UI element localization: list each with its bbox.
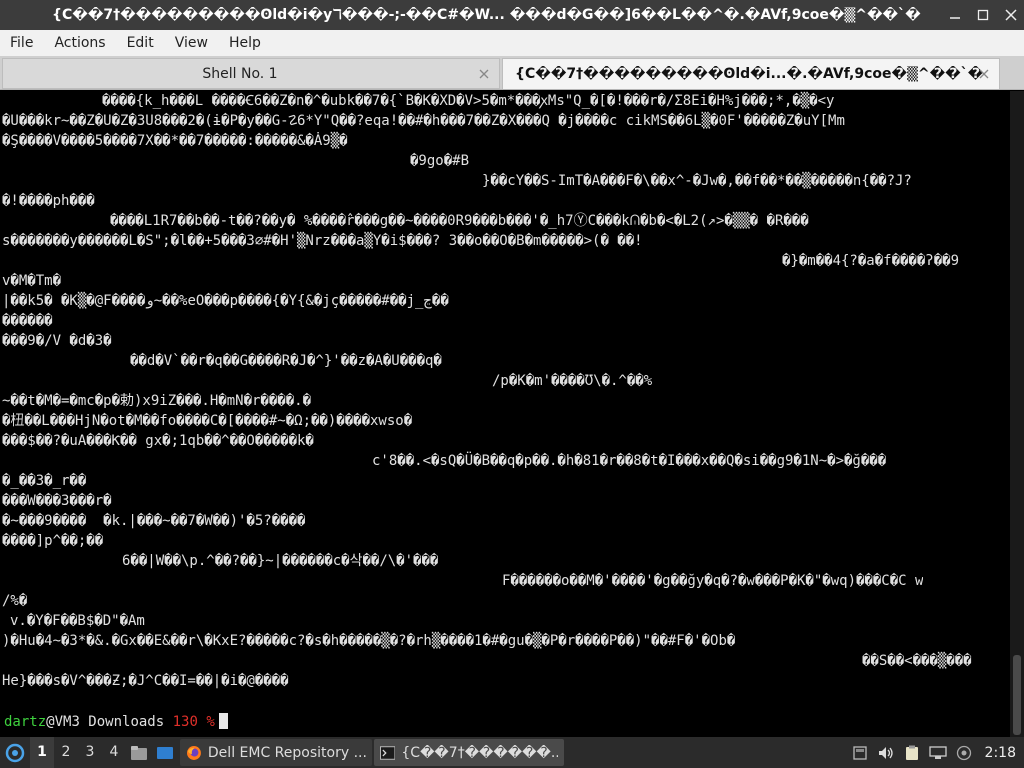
menu-view[interactable]: View xyxy=(169,30,214,56)
terminal-line: ���W���3���r� xyxy=(2,493,112,509)
desktop-screen: {C��7†���������ʘld�i�yℸ���-;-��C#�W... �… xyxy=(0,0,1024,768)
minimize-button[interactable] xyxy=(948,8,962,22)
menu-actions[interactable]: Actions xyxy=(48,30,111,56)
folder-icon xyxy=(131,745,147,760)
file-manager-launcher[interactable] xyxy=(126,737,152,768)
tab-label: {C��7†���������ʘld�i...�.�AVf,9coe�▒^��`… xyxy=(515,66,984,82)
tray-screenshot-button[interactable] xyxy=(849,737,871,768)
terminal-line: ��S��<���▒��� xyxy=(862,653,972,669)
tab-label: Shell No. 1 xyxy=(202,65,278,82)
terminal-line: /p�K�m'����Ʊ\�.^��% xyxy=(492,373,653,389)
start-menu-button[interactable] xyxy=(0,737,30,768)
terminal-scrollbar[interactable] xyxy=(1010,91,1024,737)
app-menu-icon xyxy=(5,743,25,762)
terminal-line: �Ş����V����5����7X��*��7�����:�����&�Ȧ9▒… xyxy=(2,133,348,149)
minimize-icon xyxy=(950,17,960,19)
terminal-line: v�M�Tm� xyxy=(2,273,62,289)
tab-close-button[interactable] xyxy=(977,67,991,81)
workspace-2[interactable]: 2 xyxy=(54,737,78,768)
terminal-line: �U���kr~��Z�U�Z�3U8���2�(ɨ�P�y��G-☡6*Y"Q… xyxy=(2,113,845,129)
terminal-line: ��d�V`��r�q��G����R�J�^}'��z�A�U���q� xyxy=(130,353,442,369)
close-window-button[interactable] xyxy=(1004,8,1018,22)
prompt-host: @VM3 xyxy=(46,714,80,730)
network-icon xyxy=(928,745,947,759)
terminal-line: �~���9���� �k.|���~��7�W��)'�5?���� xyxy=(2,513,306,529)
terminal-line: c'8��.<�sQ�Ü�B��q�p��.�h�81�r��8�t�I���x… xyxy=(372,453,887,469)
prompt-user: dartz xyxy=(4,714,47,730)
terminal-line: )�Hu�4~�3*�&.�Gx��E&��r\�KxE?�����c?�s�h… xyxy=(2,633,736,649)
terminal-line: 6��|W��\p.^��?��}~|������c�삭��/\�'��� xyxy=(122,553,439,569)
terminal-line: �杻��L���HjN�ot�M��fo����C�[����#~�Ω;��)�… xyxy=(2,413,413,429)
prompt-path: Downloads xyxy=(79,714,173,730)
workspace-3[interactable]: 3 xyxy=(78,737,102,768)
menu-file[interactable]: File xyxy=(4,30,39,56)
terminal-line: |��k5� �K▒�@F����و~��%eO���p����{�Y{&�jç… xyxy=(2,293,449,309)
terminal-line: ���$��?�uA���Ƙ�� gx�;1qb��^��O�����k� xyxy=(2,433,314,449)
network-button[interactable] xyxy=(927,737,949,768)
notifications-button[interactable] xyxy=(953,737,975,768)
terminal-output[interactable]: ����{k_h���L ����Ꞓ6��Z�n�^�ubk��7�{`B�K�… xyxy=(0,91,1010,737)
window-controls xyxy=(948,0,1018,30)
system-tray: 2:18 xyxy=(845,737,1024,768)
firefox-icon xyxy=(186,745,201,760)
window-icon xyxy=(852,745,867,760)
menu-edit[interactable]: Edit xyxy=(121,30,160,56)
taskbar: 1 2 3 4 Dell EMC Repository ... {C��7†��… xyxy=(0,737,1024,768)
task-terminal[interactable]: {C��7†������... xyxy=(374,739,564,766)
show-desktop-launcher[interactable] xyxy=(152,737,178,768)
terminal-line: ���9�/V �d�3� xyxy=(2,333,112,349)
scrollbar-thumb[interactable] xyxy=(1013,655,1021,735)
prompt-symbol: % xyxy=(197,714,215,730)
text-cursor xyxy=(218,713,228,729)
terminal-line: }��cY��S-ImT�A���F�\��x^-�Jw�,��f��*��▒�… xyxy=(482,173,912,189)
shell-prompt[interactable]: dartz@VM3 Downloads 130 % xyxy=(4,712,228,732)
terminal-line: /%� xyxy=(2,593,28,609)
maximize-icon xyxy=(977,9,989,21)
terminal-line: He}���s�V^���Ƶ;�J^C��I=��|�i�@���� xyxy=(2,673,289,689)
close-icon xyxy=(479,69,489,79)
workspace-4[interactable]: 4 xyxy=(102,737,126,768)
terminal-line: s�������y������L�S";�l��+5���3⌀#�H'▒Nrz�… xyxy=(2,233,643,249)
terminal-line: ~��t�M�=�mc�p�勅)x9iZ���.H�mN�r����.� xyxy=(2,393,312,409)
volume-icon xyxy=(878,746,893,759)
workspace-1[interactable]: 1 xyxy=(30,737,54,768)
menu-help[interactable]: Help xyxy=(223,30,267,56)
terminal-line: F������o��M�'����'�g��ğy�q�?�w���P�K�"�w… xyxy=(502,573,924,589)
task-label: {C��7†������... xyxy=(401,744,558,761)
notification-icon xyxy=(956,745,971,760)
task-label: Dell EMC Repository ... xyxy=(207,744,366,761)
tab-active-shell[interactable]: {C��7†���������ʘld�i...�.�AVf,9coe�▒^��`… xyxy=(502,58,1000,89)
terminal-line: v.�Y�F��B$�D"�Am xyxy=(10,613,145,629)
terminal-line: ����]p^��;�� xyxy=(2,533,104,549)
maximize-button[interactable] xyxy=(976,8,990,22)
tab-bar: Shell No. 1 {C��7†���������ʘld�i...�.�AV… xyxy=(0,56,1024,90)
tab-shell-1[interactable]: Shell No. 1 xyxy=(2,58,500,89)
window-title: {C��7†���������ʘld�i�yℸ���-;-��C#�W... �… xyxy=(52,7,921,23)
terminal-icon xyxy=(380,745,396,760)
menu-bar: File Actions Edit View Help xyxy=(0,30,1024,56)
close-icon xyxy=(1005,9,1017,21)
window-titlebar[interactable]: {C��7†���������ʘld�i�yℸ���-;-��C#�W... �… xyxy=(0,0,1024,30)
clipboard-button[interactable] xyxy=(901,737,923,768)
terminal-line: ����L1R7��b��-t��?��y� %����r̂���g��~���… xyxy=(110,213,809,229)
terminal-line: �_��3�_r�� xyxy=(2,473,87,489)
volume-button[interactable] xyxy=(875,737,897,768)
prompt-exit-status: 130 xyxy=(172,714,198,730)
desktop-icon xyxy=(157,746,173,759)
terminal-line: �}�m��4{?�a�f����ʔ��9 xyxy=(782,253,960,269)
close-icon xyxy=(979,69,989,79)
terminal-line: �!����ph��� xyxy=(2,193,95,209)
tab-close-button[interactable] xyxy=(477,67,491,81)
task-firefox[interactable]: Dell EMC Repository ... xyxy=(180,739,372,766)
terminal-line: �9go�#B xyxy=(410,153,470,169)
clipboard-icon xyxy=(905,745,918,760)
terminal-line: ������ xyxy=(2,313,53,329)
clock[interactable]: 2:18 xyxy=(985,745,1016,761)
terminal-line: ����{k_h���L ����Ꞓ6��Z�n�^�ubk��7�{`B�K�… xyxy=(102,93,835,109)
